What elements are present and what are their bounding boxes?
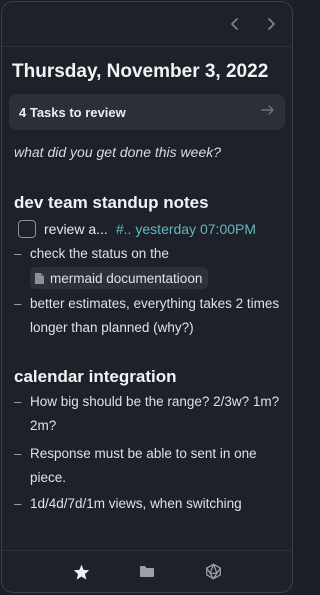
bullet-dash: –: [14, 296, 22, 311]
list-item: – check the status on the: [14, 242, 282, 266]
task-item: review a... #.. yesterday 07:00PM: [18, 218, 283, 240]
dice-icon[interactable]: [201, 560, 225, 584]
app-frame: Thursday, November 3, 2022 4 Tasks to re…: [1, 1, 293, 593]
chevron-left-icon[interactable]: [226, 14, 244, 34]
task-tag[interactable]: #..: [116, 221, 132, 237]
document-icon: [35, 272, 44, 284]
page-title: Thursday, November 3, 2022: [12, 61, 269, 82]
bullet-dash: –: [14, 496, 22, 511]
list-item: – 1d/4d/7d/1m views, when switching: [14, 492, 282, 516]
bullet-text: Response must be able to sent in one pie…: [30, 446, 257, 485]
bullet-dash: –: [14, 246, 22, 261]
folder-icon[interactable]: [135, 560, 159, 584]
bullet-text: better estimates, everything takes 2 tim…: [30, 296, 280, 335]
doc-link-text: mermaid documentatioon: [50, 270, 203, 286]
chevron-right-icon[interactable]: [262, 14, 280, 34]
doc-link[interactable]: mermaid documentatioon: [30, 267, 209, 289]
list-item: – better estimates, everything takes 2 t…: [14, 292, 282, 340]
section-title-calendar: calendar integration: [14, 367, 177, 386]
bullet-text: check the status on the: [30, 246, 169, 261]
bullet-text: How big should be the range? 2/3w? 1m? 2…: [30, 394, 280, 433]
review-label: 4 Tasks to review: [19, 104, 126, 120]
list-item: – How big should be the range? 2/3w? 1m?…: [14, 390, 282, 438]
list-item: – Response must be able to sent in one p…: [14, 442, 282, 490]
task-time[interactable]: yesterday 07:00PM: [135, 221, 256, 237]
section-title-standup: dev team standup notes: [14, 193, 209, 212]
bullet-dash: –: [14, 446, 22, 461]
task-checkbox[interactable]: [18, 220, 36, 238]
bullet-text: 1d/4d/7d/1m views, when switching: [30, 496, 242, 511]
journal-prompt: what did you get done this week?: [14, 144, 222, 160]
arrow-right-icon: [261, 103, 275, 121]
bottom-nav: [2, 550, 292, 592]
task-text[interactable]: review a...: [44, 221, 108, 237]
date-navigation: [226, 14, 280, 34]
top-bar: [2, 2, 292, 47]
bullet-dash: –: [14, 394, 22, 409]
star-icon[interactable]: [69, 560, 93, 584]
tasks-to-review-button[interactable]: 4 Tasks to review: [9, 94, 285, 130]
